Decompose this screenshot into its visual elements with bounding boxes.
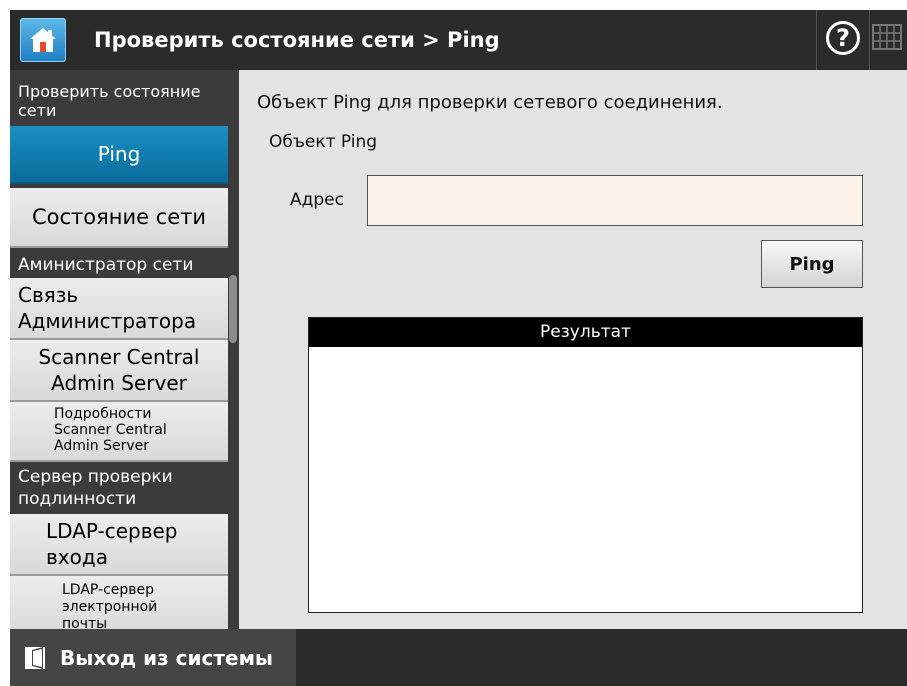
logout-button[interactable]: Выход из системы — [10, 629, 296, 686]
sidebar-item-label: Состояние сети — [31, 205, 207, 229]
sidebar-section-check: Проверить состояние сети — [10, 82, 228, 126]
footer-bar: Выход из системы — [10, 629, 907, 686]
sidebar-item-label: Scanner Central Admin Server — [38, 345, 200, 395]
help-icon: ? — [826, 21, 860, 55]
sidebar-item-ldap-login[interactable]: LDAP-сервер входа — [10, 514, 228, 576]
sidebar-scrollbar-track[interactable] — [228, 70, 239, 629]
sidebar-item-ldap-mail[interactable]: LDAP-сервер электронной почты — [10, 576, 228, 629]
logout-label: Выход из системы — [60, 645, 273, 670]
sidebar-item-scanner-central-details[interactable]: Подробности Scanner Central Admin Server — [10, 402, 228, 462]
logout-icon — [25, 646, 45, 669]
sidebar-item-scanner-central[interactable]: Scanner Central Admin Server — [10, 340, 228, 402]
help-button[interactable]: ? — [816, 10, 870, 70]
page-title: Проверить состояние сети > Ping — [94, 28, 500, 52]
ping-target-label: Объект Ping — [269, 132, 378, 152]
sidebar-item-network-status[interactable]: Состояние сети — [10, 188, 228, 248]
app-window: Проверить состояние сети > Ping ? Провер… — [0, 0, 907, 686]
sidebar-item-label: Ping — [97, 142, 141, 166]
result-panel: Результат — [308, 317, 863, 613]
page-description: Объект Ping для проверки сетевого соедин… — [257, 92, 723, 113]
main-panel: Объект Ping для проверки сетевого соедин… — [239, 70, 907, 629]
sidebar-item-label: LDAP-сервер электронной почты — [62, 582, 158, 629]
home-icon — [30, 28, 56, 52]
ping-button[interactable]: Ping — [761, 240, 863, 288]
sidebar-item-ping[interactable]: Ping — [10, 126, 228, 184]
sidebar-item-admin-contact[interactable]: Связь Администратора — [10, 278, 228, 340]
sidebar-scrollbar-thumb[interactable] — [229, 275, 237, 343]
address-label: Адрес — [290, 190, 344, 210]
header-bar: Проверить состояние сети > Ping ? — [10, 10, 907, 70]
sidebar: Проверить состояние сети Ping Состояние … — [10, 70, 239, 629]
result-header: Результат — [309, 318, 862, 347]
sidebar-item-label: Подробности Scanner Central Admin Server — [54, 406, 167, 454]
sidebar-item-label: LDAP-сервер входа — [46, 519, 178, 569]
home-button[interactable] — [20, 18, 66, 62]
keyboard-icon[interactable] — [872, 24, 902, 50]
sidebar-item-label: Связь Администратора — [18, 283, 197, 333]
address-input[interactable] — [367, 175, 863, 226]
sidebar-section-admin: Аминистратор сети — [10, 254, 228, 276]
sidebar-section-auth: Сервер проверки подлинности — [10, 466, 228, 512]
